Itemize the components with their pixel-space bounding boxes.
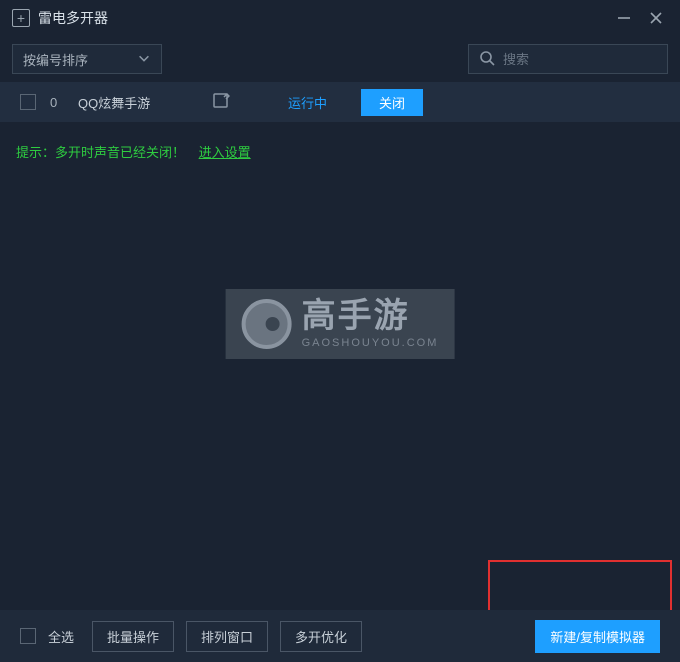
search-box[interactable] bbox=[468, 44, 668, 74]
arrange-button[interactable]: 排列窗口 bbox=[186, 621, 268, 652]
row-index: 0 bbox=[50, 95, 64, 110]
hint-text: 提示：多开时声音已经关闭！ bbox=[16, 145, 185, 160]
row-checkbox[interactable] bbox=[20, 94, 36, 110]
row-name: QQ炫舞手游 bbox=[78, 93, 198, 112]
titlebar: 雷电多开器 bbox=[0, 0, 680, 36]
new-clone-button[interactable]: 新建/复制模拟器 bbox=[535, 620, 660, 653]
watermark: 高手游 GAOSHOUYOU.COM bbox=[226, 289, 455, 359]
close-button[interactable] bbox=[644, 6, 668, 30]
watermark-subtext: GAOSHOUYOU.COM bbox=[302, 337, 439, 349]
minimize-button[interactable] bbox=[612, 6, 636, 30]
hint-row: 提示：多开时声音已经关闭！ 进入设置 bbox=[0, 122, 680, 173]
search-input[interactable] bbox=[503, 52, 679, 67]
optimize-button[interactable]: 多开优化 bbox=[280, 621, 362, 652]
sort-dropdown[interactable]: 按编号排序 bbox=[12, 44, 162, 74]
search-icon bbox=[479, 50, 495, 69]
emulator-row: 0 QQ炫舞手游 运行中 关闭 bbox=[0, 82, 680, 122]
bottombar: 全选 批量操作 排列窗口 多开优化 新建/复制模拟器 bbox=[0, 610, 680, 662]
select-all-label: 全选 bbox=[48, 627, 74, 646]
toolbar: 按编号排序 bbox=[0, 36, 680, 82]
row-status: 运行中 bbox=[288, 93, 327, 112]
sort-dropdown-label: 按编号排序 bbox=[23, 50, 88, 69]
app-icon bbox=[12, 9, 30, 27]
edit-icon[interactable] bbox=[212, 92, 230, 113]
window-title: 雷电多开器 bbox=[38, 8, 108, 28]
close-emulator-button[interactable]: 关闭 bbox=[361, 89, 423, 116]
select-all-checkbox[interactable] bbox=[20, 628, 36, 644]
batch-button[interactable]: 批量操作 bbox=[92, 621, 174, 652]
watermark-logo-icon bbox=[242, 299, 292, 349]
watermark-text: 高手游 bbox=[302, 299, 410, 335]
chevron-down-icon bbox=[137, 51, 151, 68]
hint-settings-link[interactable]: 进入设置 bbox=[199, 145, 251, 160]
